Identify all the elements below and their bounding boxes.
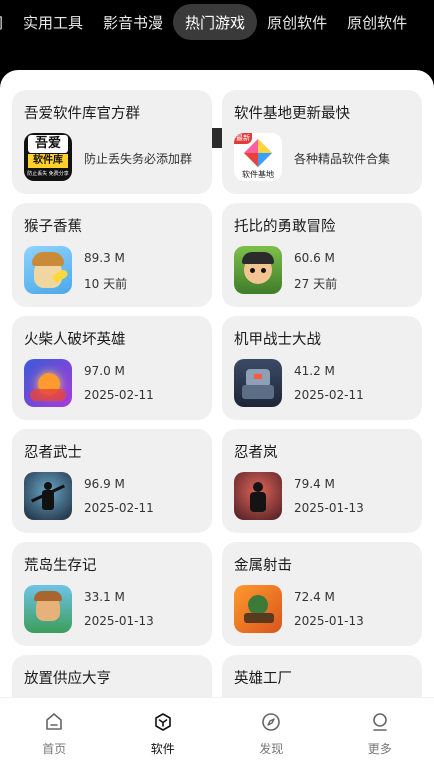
content-sheet: 吾爱软件库官方群 吾爱 软件库 防止丢失 免费分享 防止丢失务必添加群 软件基地… — [0, 70, 434, 764]
tab-original[interactable]: 原创软件 — [257, 4, 337, 40]
list-item[interactable]: 机甲战士大战 41.2 M 2025-02-11 — [222, 316, 422, 420]
monkey-banana-icon — [24, 246, 72, 294]
file-size: 97.0 M — [84, 364, 125, 378]
ninja-samurai-icon — [24, 472, 72, 520]
list-item[interactable]: 托比的勇敢冒险 60.6 M 27 天前 — [222, 203, 422, 307]
nav-software[interactable]: 软件 — [109, 698, 218, 764]
mech-warrior-icon — [234, 359, 282, 407]
file-size: 79.4 M — [294, 477, 335, 491]
tab-original-2[interactable]: 原创软件 — [337, 4, 417, 40]
software-base-logo-icon: 最新 软件基地 — [234, 133, 282, 181]
tab-hot-games[interactable]: 热门游戏 — [173, 4, 258, 40]
nav-discover[interactable]: 发现 — [217, 698, 326, 764]
metal-shooter-icon — [234, 585, 282, 633]
card-description: 防止丢失务必添加群 — [84, 152, 193, 166]
bottom-navigation: 首页 软件 发现 更多 — [0, 697, 434, 764]
nav-label: 软件 — [150, 742, 175, 756]
list-item[interactable]: 荒岛生存记 33.1 M 2025-01-13 — [12, 542, 212, 646]
card-title: 放置供应大亨 — [24, 671, 111, 687]
logo-text-1: 吾爱 — [28, 135, 68, 153]
category-tabs: 网 实用工具 影音书漫 热门游戏 原创软件 原创软件 — [0, 0, 434, 44]
compass-icon — [262, 713, 281, 731]
file-size: 60.6 M — [294, 251, 335, 265]
nav-home[interactable]: 首页 — [0, 698, 109, 764]
card-title: 荒岛生存记 — [24, 558, 97, 574]
update-date: 2025-02-11 — [84, 388, 154, 402]
toby-adventure-icon — [234, 246, 282, 294]
diamond-shape — [244, 139, 272, 167]
tab-tools[interactable]: 实用工具 — [13, 4, 93, 40]
card-title: 机甲战士大战 — [234, 332, 321, 348]
card-title: 火柴人破坏英雄 — [24, 332, 126, 348]
home-icon — [46, 713, 63, 730]
file-size: 33.1 M — [84, 590, 125, 604]
card-title: 猴子香蕉 — [24, 219, 82, 235]
file-size: 72.4 M — [294, 590, 335, 604]
update-date: 2025-01-13 — [294, 501, 364, 515]
tab-partial[interactable]: 网 — [0, 4, 13, 40]
list-item[interactable]: 软件基地更新最快 最新 软件基地 各种精品软件合集 — [222, 90, 422, 194]
card-title: 金属射击 — [234, 558, 292, 574]
update-date: 27 天前 — [294, 277, 338, 291]
island-survival-icon — [24, 585, 72, 633]
logo-text-2: 软件库 — [28, 154, 68, 168]
file-size: 89.3 M — [84, 251, 125, 265]
list-item[interactable]: 猴子香蕉 89.3 M 10 天前 — [12, 203, 212, 307]
box-icon — [154, 713, 171, 731]
card-title: 忍者武士 — [24, 445, 82, 461]
card-title: 软件基地更新最快 — [234, 106, 350, 122]
nav-more[interactable]: 更多 — [326, 698, 434, 764]
update-date: 10 天前 — [84, 277, 128, 291]
list-item[interactable]: 吾爱软件库官方群 吾爱 软件库 防止丢失 免费分享 防止丢失务必添加群 — [12, 90, 212, 194]
file-size: 41.2 M — [294, 364, 335, 378]
update-date: 2025-01-13 — [294, 614, 364, 628]
update-date: 2025-02-11 — [294, 388, 364, 402]
logo-text-3: 防止丢失 免费分享 — [27, 171, 69, 177]
stickman-hero-icon — [24, 359, 72, 407]
card-title: 吾爱软件库官方群 — [24, 106, 140, 122]
card-title: 英雄工厂 — [234, 671, 292, 687]
card-description: 各种精品软件合集 — [294, 152, 391, 166]
list-item[interactable]: 忍者岚 79.4 M 2025-01-13 — [222, 429, 422, 533]
card-title: 托比的勇敢冒险 — [234, 219, 336, 235]
logo-caption: 软件基地 — [242, 170, 274, 179]
user-icon — [372, 713, 387, 731]
nav-label: 更多 — [367, 742, 392, 756]
nav-label: 发现 — [259, 742, 284, 756]
update-date: 2025-02-11 — [84, 501, 154, 515]
wuai-logo-icon: 吾爱 软件库 防止丢失 免费分享 — [24, 133, 72, 181]
list-item[interactable]: 金属射击 72.4 M 2025-01-13 — [222, 542, 422, 646]
ninja-arashi-icon — [234, 472, 282, 520]
list-item[interactable]: 火柴人破坏英雄 97.0 M 2025-02-11 — [12, 316, 212, 420]
list-item[interactable]: 忍者武士 96.9 M 2025-02-11 — [12, 429, 212, 533]
file-size: 96.9 M — [84, 477, 125, 491]
nav-label: 首页 — [42, 742, 67, 756]
tab-media[interactable]: 影音书漫 — [93, 4, 173, 40]
card-title: 忍者岚 — [234, 445, 278, 461]
update-date: 2025-01-13 — [84, 614, 154, 628]
